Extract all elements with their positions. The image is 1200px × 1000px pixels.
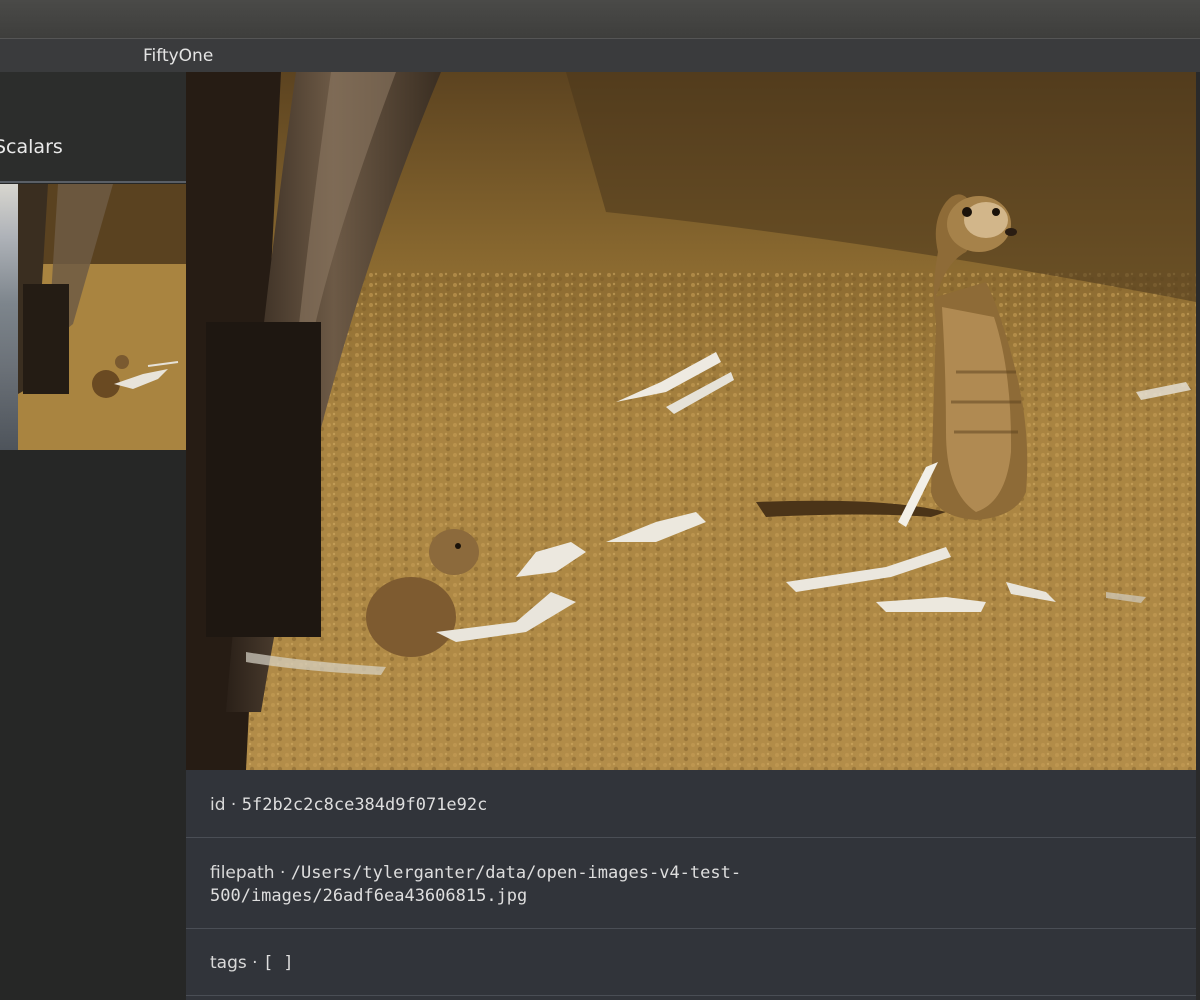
field-value-filepath-line1: /Users/tylerganter/data/open-images-v4-t…	[290, 863, 742, 883]
thumbnail-image	[18, 184, 186, 450]
field-key-filepath: filepath ·	[210, 863, 291, 883]
window-edge	[1196, 72, 1200, 1000]
field-key-tags: tags ·	[210, 953, 263, 973]
field-value-id: 5f2b2c2c8ce384d9f071e92c	[241, 795, 488, 815]
field-row-id: id · 5f2b2c2c8ce384d9f071e92c	[186, 770, 1196, 838]
field-value-filepath-line2: 500/images/26adf6ea43606815.jpg	[210, 886, 528, 906]
window-titlebar[interactable]	[0, 0, 1200, 39]
app-header: FiftyOne	[0, 38, 1200, 74]
scalars-section-header[interactable]: Scalars	[0, 72, 186, 183]
field-row-filepath: filepath · /Users/tylerganter/data/open-…	[186, 838, 1196, 929]
previous-sample-thumbnail[interactable]	[0, 184, 18, 450]
field-value-tags: [ ]	[262, 953, 294, 973]
sample-image[interactable]	[186, 72, 1196, 770]
sidebar: Scalars	[0, 72, 186, 1000]
meerkat-photo	[186, 72, 1196, 770]
sample-thumbnail[interactable]	[18, 184, 186, 450]
sample-fields-panel: id · 5f2b2c2c8ce384d9f071e92c filepath ·…	[186, 770, 1196, 1000]
app-title: FiftyOne	[143, 46, 214, 66]
scalars-label: Scalars	[0, 136, 63, 158]
field-key-id: id ·	[210, 795, 242, 815]
field-row-tags: tags · [ ]	[186, 929, 1196, 996]
